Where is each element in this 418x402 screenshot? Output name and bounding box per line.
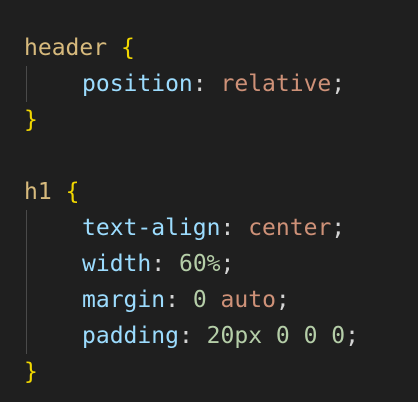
css-value-number: 0 (192, 287, 207, 313)
css-property: padding (82, 323, 179, 349)
css-value: relative (220, 71, 332, 97)
indent-guide (26, 66, 27, 102)
open-brace: { (120, 35, 135, 61)
semicolon: ; (345, 323, 359, 349)
colon: : (192, 71, 207, 97)
code-line-1[interactable]: header { (24, 30, 135, 66)
close-brace: } (24, 107, 38, 133)
css-value: 20px 0 0 0 (206, 323, 346, 349)
code-line-2[interactable]: position: relative; (82, 66, 345, 102)
indent-guide (26, 210, 27, 354)
code-line-5[interactable]: h1 { (24, 174, 79, 210)
colon: : (178, 323, 193, 349)
colon: : (151, 251, 166, 277)
css-value-keyword: auto (220, 287, 276, 313)
semicolon: ; (331, 71, 346, 97)
code-line-10[interactable]: } (24, 354, 38, 390)
css-property: width (82, 251, 152, 277)
code-line-7[interactable]: width: 60%; (82, 246, 234, 282)
css-selector: header (24, 35, 108, 61)
open-brace: { (65, 179, 80, 205)
css-property: margin (82, 287, 166, 313)
css-selector: h1 (24, 179, 52, 205)
css-value: center (248, 215, 332, 241)
css-property: position (82, 71, 193, 97)
colon: : (165, 287, 179, 313)
semicolon: ; (331, 215, 346, 241)
code-line-9[interactable]: padding: 20px 0 0 0; (82, 318, 359, 354)
code-line-6[interactable]: text-align: center; (82, 210, 345, 246)
css-property: text-align (82, 215, 221, 241)
code-line-8[interactable]: margin: 0 auto; (82, 282, 290, 318)
semicolon: ; (275, 287, 290, 313)
colon: : (220, 215, 235, 241)
code-line-3[interactable]: } (24, 102, 38, 138)
close-brace: } (24, 359, 38, 385)
code-editor[interactable]: header { position: relative; } h1 { text… (0, 0, 418, 402)
semicolon: ; (220, 251, 235, 277)
css-value: 60% (178, 251, 221, 277)
